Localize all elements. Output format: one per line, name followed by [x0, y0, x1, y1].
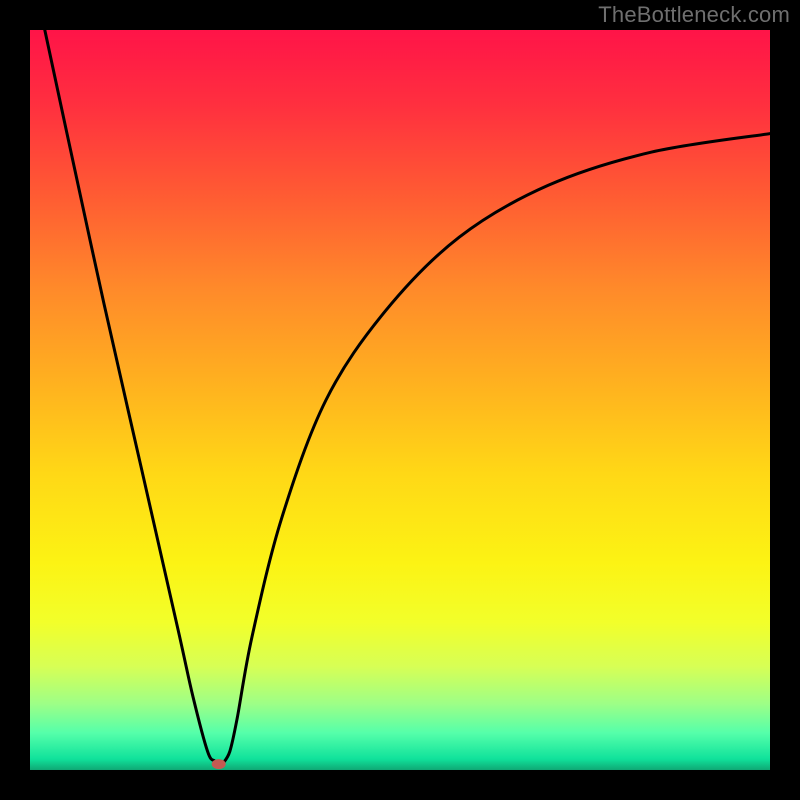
curve-layer: [30, 30, 770, 770]
watermark-text: TheBottleneck.com: [598, 2, 790, 28]
chart-frame: TheBottleneck.com: [0, 0, 800, 800]
optimum-marker: [212, 759, 226, 769]
plot-area: [30, 30, 770, 770]
right-branch-curve: [222, 134, 770, 764]
left-branch-curve: [45, 30, 223, 764]
